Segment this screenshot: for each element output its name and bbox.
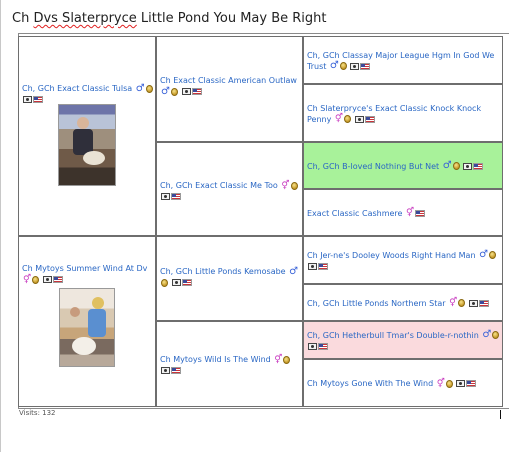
pedigree-cell-ggp-6: Ch, GCh Little Ponds Northern Star ⚥ xyxy=(303,284,503,321)
dog-entry: Ch Exact Classic American Outlaw ♂ xyxy=(160,76,297,96)
pedigree-cell-ggp-1: Ch, GCh Classay Major League Hgm In God … xyxy=(303,36,503,84)
male-icon: ♂ xyxy=(482,329,492,340)
dog-entry: Ch, GCh Hetherbull Tmar's Double-r-nothi… xyxy=(307,330,500,352)
us-flag-icon xyxy=(318,342,328,350)
photo-camera-icon[interactable] xyxy=(23,96,32,103)
visit-counter: Visits: 132 xyxy=(19,409,56,417)
dog-entry: Ch Slaterpryce's Exact Classic Knock Kno… xyxy=(307,103,500,125)
dog-entry: Ch, GCh Classay Major League Hgm In God … xyxy=(307,50,500,72)
male-icon: ♂ xyxy=(289,265,299,277)
pedigree-cell-ggp-5: Ch Jer-ne's Dooley Woods Right Hand Man … xyxy=(303,236,503,284)
dog-entry: Ch Mytoys Summer Wind At Dv ⚥ xyxy=(22,264,147,284)
female-icon: ⚥ xyxy=(281,180,290,191)
dog-entry: Exact Classic Cashmere ⚥ xyxy=(307,208,426,219)
us-flag-icon xyxy=(466,380,477,387)
champion-medal-icon xyxy=(452,162,460,170)
us-flag-icon xyxy=(318,262,328,270)
champion-medal-icon xyxy=(489,251,497,259)
dog-link[interactable]: Ch, GCh Little Ponds Northern Star xyxy=(307,299,446,308)
dog-link[interactable]: Exact Classic Cashmere xyxy=(307,209,402,218)
male-icon: ♂ xyxy=(479,249,489,260)
champion-medal-icon xyxy=(492,331,500,339)
us-flag-icon xyxy=(473,162,484,170)
dam-photo[interactable] xyxy=(59,288,115,367)
dog-link[interactable]: Ch, GCh B-loved Nothing But Net xyxy=(307,162,439,171)
male-icon: ♂ xyxy=(161,85,170,97)
dog-entry: Ch Mytoys Wild Is The Wind ⚥ xyxy=(160,354,291,375)
champion-medal-icon xyxy=(344,115,352,123)
pedigree-cell-sire-sire: Ch Exact Classic American Outlaw ♂ xyxy=(156,36,303,142)
text-cursor xyxy=(500,410,501,419)
us-flag-icon xyxy=(478,299,489,307)
us-flag-icon xyxy=(52,276,63,283)
photo-camera-icon[interactable] xyxy=(308,262,317,270)
photo-camera-icon[interactable] xyxy=(42,276,52,283)
photo-camera-icon[interactable] xyxy=(350,62,360,70)
photo-camera-icon[interactable] xyxy=(463,162,473,170)
female-icon: ⚥ xyxy=(23,274,32,285)
champion-medal-icon xyxy=(445,379,453,388)
champion-medal-icon xyxy=(32,275,40,284)
pedigree-cell-ggp-7: Ch, GCh Hetherbull Tmar's Double-r-nothi… xyxy=(303,321,503,359)
pedigree-cell-sire-dam: Ch, GCh Exact Classic Me Too ⚥ xyxy=(156,142,303,236)
photo-camera-icon[interactable] xyxy=(181,88,191,95)
dog-link[interactable]: Ch Exact Classic American Outlaw xyxy=(160,76,297,85)
dog-link[interactable]: Ch, GCh Little Ponds Kemosabe xyxy=(160,267,286,276)
female-icon: ⚥ xyxy=(436,378,445,389)
photo-camera-icon[interactable] xyxy=(161,193,170,200)
dog-link-sire[interactable]: Ch, GCh Exact Classic Tulsa xyxy=(22,84,132,93)
champion-medal-icon xyxy=(458,299,466,307)
us-flag-icon xyxy=(171,367,181,374)
champion-medal-icon xyxy=(283,355,291,364)
pedigree-cell-ggp-2: Ch Slaterpryce's Exact Classic Knock Kno… xyxy=(303,84,503,142)
photo-camera-icon[interactable] xyxy=(468,299,478,307)
sire-photo[interactable] xyxy=(58,104,116,186)
male-icon: ♂ xyxy=(442,160,452,171)
champion-medal-icon xyxy=(145,84,153,93)
us-flag-icon xyxy=(191,88,202,95)
window-left-edge xyxy=(0,0,1,452)
us-flag-icon xyxy=(360,62,371,70)
dog-link[interactable]: Ch Slaterpryce's Exact Classic Knock Kno… xyxy=(307,104,481,124)
champion-medal-icon xyxy=(170,87,178,96)
pedigree-cell-dam-dam: Ch Mytoys Wild Is The Wind ⚥ xyxy=(156,321,303,407)
page-title: Ch Dvs Slaterpryce Little Pond You May B… xyxy=(12,11,327,26)
male-icon: ♂ xyxy=(135,82,145,94)
female-icon: ⚥ xyxy=(406,208,415,218)
dog-link[interactable]: Ch Mytoys Wild Is The Wind xyxy=(160,355,271,364)
dog-entry: Ch Jer-ne's Dooley Woods Right Hand Man … xyxy=(307,250,500,272)
photo-camera-icon[interactable] xyxy=(354,115,364,123)
pedigree-cell-ggp-3: Ch, GCh B-loved Nothing But Net ♂ xyxy=(303,142,503,189)
dog-entry: Ch, GCh Little Ponds Kemosabe ♂ xyxy=(160,265,299,287)
pedigree-cell-dam-sire: Ch, GCh Little Ponds Kemosabe ♂ xyxy=(156,236,303,321)
photo-camera-icon[interactable] xyxy=(308,342,317,350)
us-flag-icon xyxy=(415,209,426,217)
us-flag-icon xyxy=(364,115,375,123)
female-icon: ⚥ xyxy=(334,114,344,124)
dog-entry: Ch Mytoys Gone With The Wind ⚥ xyxy=(307,378,477,389)
pedigree-cell-ggp-4: Exact Classic Cashmere ⚥ xyxy=(303,189,503,236)
dog-entry: Ch, GCh Exact Classic Me Too ⚥ xyxy=(160,181,298,201)
male-icon: ♂ xyxy=(329,60,339,71)
dog-link[interactable]: Ch, GCh Exact Classic Me Too xyxy=(160,181,278,190)
photo-camera-icon[interactable] xyxy=(456,380,466,387)
us-flag-icon xyxy=(33,96,43,103)
photo-camera-icon[interactable] xyxy=(161,367,170,374)
female-icon: ⚥ xyxy=(274,354,283,365)
us-flag-icon xyxy=(171,193,181,200)
pedigree-cell-ggp-8: Ch Mytoys Gone With The Wind ⚥ xyxy=(303,359,503,407)
photo-camera-icon[interactable] xyxy=(171,279,181,286)
dog-entry: Ch, GCh Exact Classic Tulsa ♂ xyxy=(22,82,153,104)
dog-link[interactable]: Ch Jer-ne's Dooley Woods Right Hand Man xyxy=(307,251,476,260)
dog-link-dam[interactable]: Ch Mytoys Summer Wind At Dv xyxy=(22,264,147,273)
champion-medal-icon xyxy=(161,278,168,287)
dog-link[interactable]: Ch, GCh Hetherbull Tmar's Double-r-nothi… xyxy=(307,331,479,340)
dog-entry: Ch, GCh Little Ponds Northern Star ⚥ xyxy=(307,298,489,309)
champion-medal-icon xyxy=(290,181,298,190)
dog-link[interactable]: Ch Mytoys Gone With The Wind xyxy=(307,379,433,388)
champion-medal-icon xyxy=(339,62,347,70)
female-icon: ⚥ xyxy=(449,298,458,308)
dog-entry: Ch, GCh B-loved Nothing But Net ♂ xyxy=(307,160,484,172)
us-flag-icon xyxy=(181,279,192,286)
